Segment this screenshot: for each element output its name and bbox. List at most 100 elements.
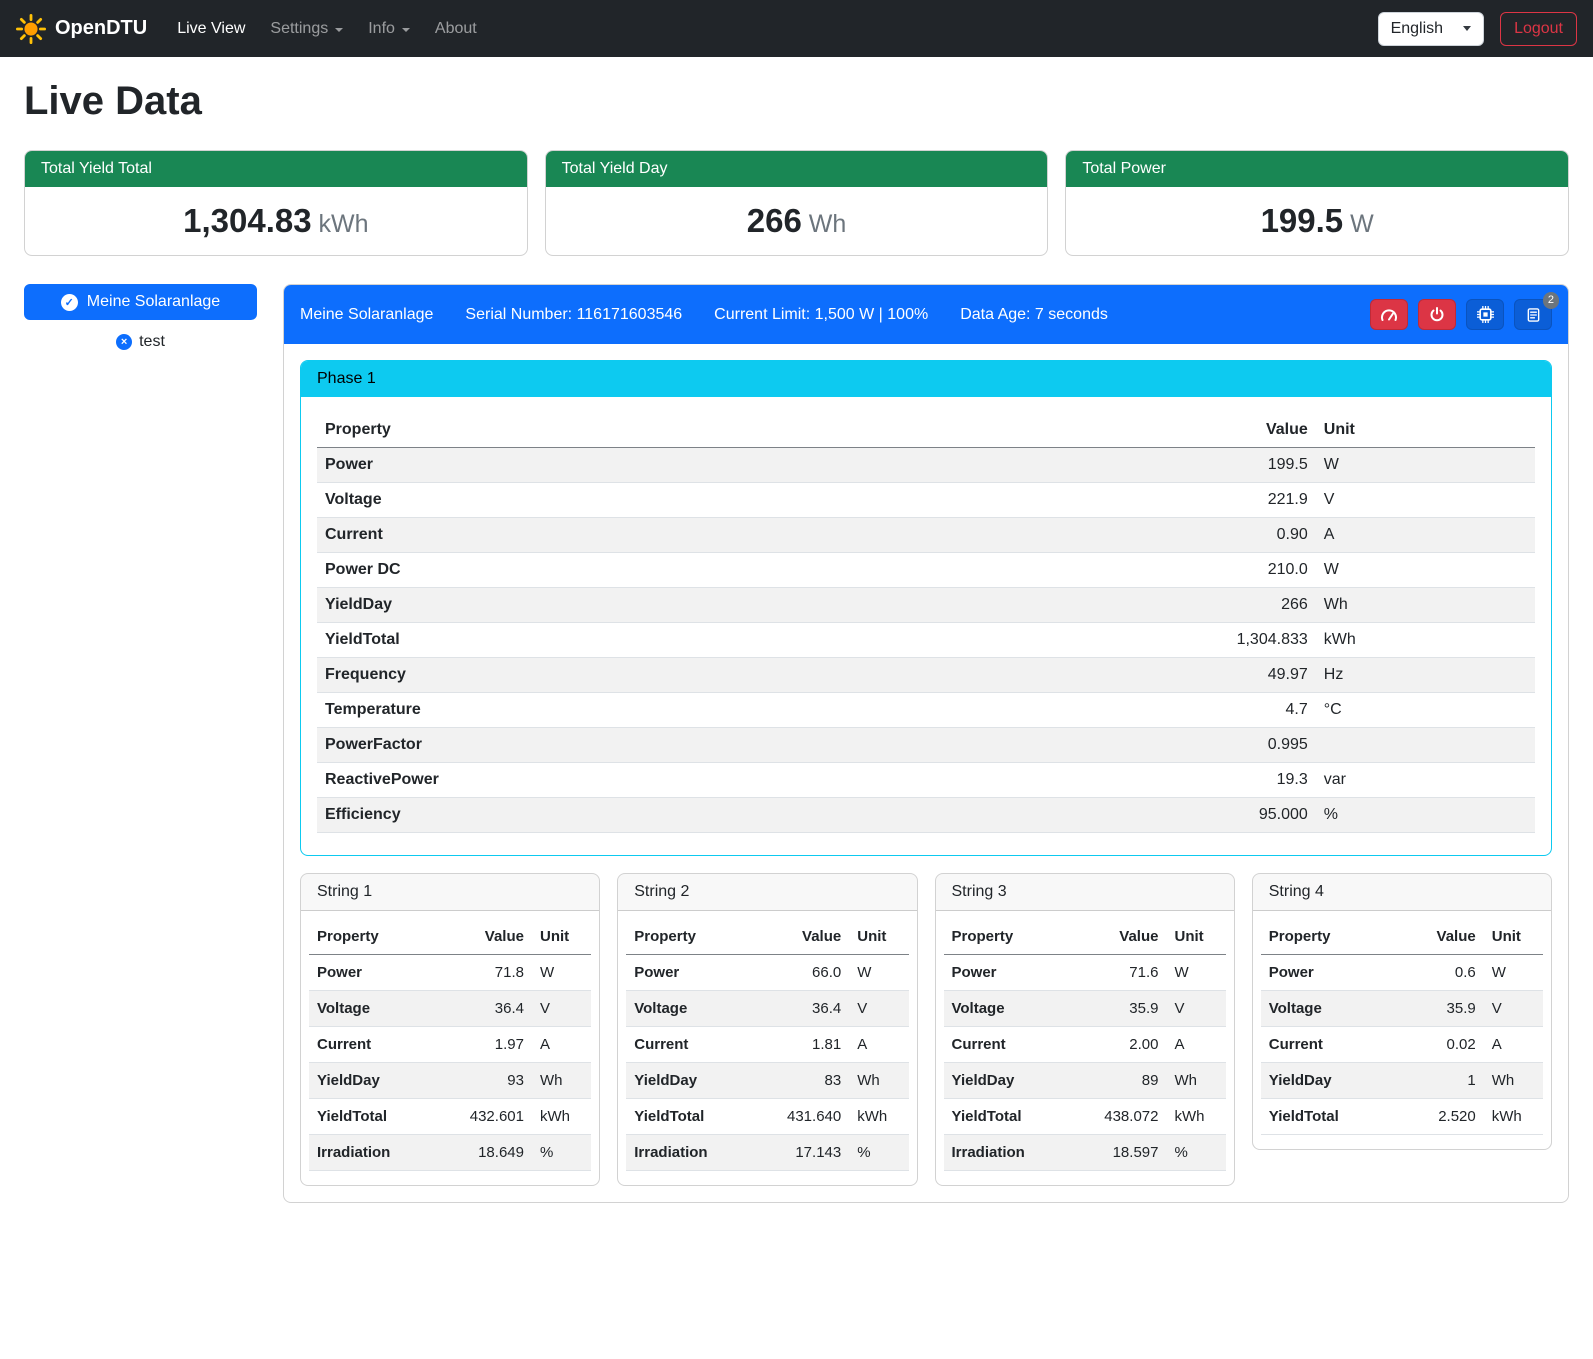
property-cell: YieldTotal xyxy=(1261,1099,1397,1135)
column-header-value: Value xyxy=(751,919,849,955)
unit-cell: kWh xyxy=(1484,1099,1543,1135)
summary-value: 266 xyxy=(747,202,802,239)
string-card: String 3 PropertyValueUnitPower71.6WVolta… xyxy=(935,873,1235,1186)
nav-item-about[interactable]: About xyxy=(427,12,485,46)
device-settings-button[interactable] xyxy=(1466,299,1504,330)
unit-cell: kWh xyxy=(1316,623,1535,658)
column-header-property: Property xyxy=(309,919,434,955)
string-table: PropertyValueUnitPower0.6WVoltage35.9VCu… xyxy=(1261,919,1543,1135)
property-cell: Power xyxy=(626,955,751,991)
journal-icon xyxy=(1526,307,1541,323)
limit-settings-button[interactable] xyxy=(1370,299,1408,330)
table-row: Power0.6W xyxy=(1261,955,1543,991)
value-cell: 199.5 xyxy=(915,448,1316,483)
value-cell: 36.4 xyxy=(434,991,532,1027)
brand-label: OpenDTU xyxy=(55,17,147,40)
nav-item-info[interactable]: Info xyxy=(360,12,418,46)
value-cell: 35.9 xyxy=(1397,991,1484,1027)
unit-cell: W xyxy=(849,955,908,991)
property-cell: YieldDay xyxy=(309,1063,434,1099)
inverter-panel-body: Phase 1 PropertyValueUnitPower199.5WVolt… xyxy=(284,344,1568,1202)
value-cell: 93 xyxy=(434,1063,532,1099)
power-button[interactable] xyxy=(1418,299,1456,330)
property-cell: YieldDay xyxy=(1261,1063,1397,1099)
table-row: Irradiation17.143% xyxy=(626,1135,908,1171)
page-title: Live Data xyxy=(24,79,1569,124)
unit-cell: V xyxy=(532,991,591,1027)
summary-card: Total Power199.5 W xyxy=(1065,150,1569,256)
unit-cell: kWh xyxy=(532,1099,591,1135)
column-header-property: Property xyxy=(317,413,915,448)
language-select[interactable]: English xyxy=(1378,12,1484,46)
chevron-down-icon xyxy=(335,28,343,32)
table-row: Voltage36.4V xyxy=(309,991,591,1027)
unit-cell: Wh xyxy=(1166,1063,1225,1099)
string-card: String 2PropertyValueUnitPower66.0WVolta… xyxy=(617,873,917,1186)
value-cell: 18.649 xyxy=(434,1135,532,1171)
unit-cell: kWh xyxy=(1166,1099,1225,1135)
table-row: YieldDay266Wh xyxy=(317,588,1535,623)
value-cell: 1.81 xyxy=(751,1027,849,1063)
property-cell: Irradiation xyxy=(626,1135,751,1171)
events-count-badge: 2 xyxy=(1543,292,1559,309)
property-cell: Current xyxy=(626,1027,751,1063)
property-cell: YieldDay xyxy=(626,1063,751,1099)
string-card-title: String 2 xyxy=(618,874,916,911)
unit-cell: A xyxy=(1316,518,1535,553)
unit-cell: Wh xyxy=(1484,1063,1543,1099)
unit-cell: % xyxy=(1316,798,1535,833)
phase-card: Phase 1 PropertyValueUnitPower199.5WVolt… xyxy=(300,360,1552,856)
column-header-unit: Unit xyxy=(1316,413,1535,448)
table-row: Voltage221.9V xyxy=(317,483,1535,518)
sidebar-item-test[interactable]: × test xyxy=(24,333,257,351)
chevron-down-icon xyxy=(402,28,410,32)
logout-button[interactable]: Logout xyxy=(1500,12,1577,46)
table-row: Power71.6W xyxy=(944,955,1226,991)
property-cell: Current xyxy=(944,1027,1069,1063)
unit-cell: V xyxy=(1166,991,1225,1027)
content-row: ✓ Meine Solaranlage × test Meine Solaran… xyxy=(24,284,1569,1203)
column-header-property: Property xyxy=(626,919,751,955)
property-cell: Voltage xyxy=(944,991,1069,1027)
unit-cell: W xyxy=(532,955,591,991)
table-row: Current2.00A xyxy=(944,1027,1226,1063)
unit-cell: % xyxy=(1166,1135,1225,1171)
value-cell: 4.7 xyxy=(915,693,1316,728)
table-row: Power66.0W xyxy=(626,955,908,991)
unit-cell: A xyxy=(1166,1027,1225,1063)
events-button[interactable]: 2 xyxy=(1514,299,1552,330)
value-cell: 36.4 xyxy=(751,991,849,1027)
property-cell: YieldDay xyxy=(317,588,915,623)
property-cell: YieldTotal xyxy=(317,623,915,658)
value-cell: 0.995 xyxy=(915,728,1316,763)
unit-cell: Wh xyxy=(532,1063,591,1099)
nav-item-live-view[interactable]: Live View xyxy=(169,12,253,46)
sidebar-item-meine-solaranlage[interactable]: ✓ Meine Solaranlage xyxy=(24,284,257,320)
string-card-title: String 3 xyxy=(936,874,1234,911)
summary-value: 1,304.83 xyxy=(183,202,311,239)
table-row: Current0.02A xyxy=(1261,1027,1543,1063)
table-header-row: PropertyValueUnit xyxy=(309,919,591,955)
table-row: Voltage35.9V xyxy=(1261,991,1543,1027)
unit-cell: V xyxy=(1316,483,1535,518)
property-cell: Power xyxy=(1261,955,1397,991)
table-header-row: PropertyValueUnit xyxy=(626,919,908,955)
unit-cell: W xyxy=(1166,955,1225,991)
property-cell: Voltage xyxy=(309,991,434,1027)
value-cell: 49.97 xyxy=(915,658,1316,693)
inverter-name: Meine Solaranlage xyxy=(300,306,433,324)
value-cell: 1.97 xyxy=(434,1027,532,1063)
property-cell: Power DC xyxy=(317,553,915,588)
sidebar-item-label: test xyxy=(139,333,165,351)
table-header-row: PropertyValueUnit xyxy=(944,919,1226,955)
brand[interactable]: OpenDTU xyxy=(16,14,147,44)
table-row: YieldTotal431.640kWh xyxy=(626,1099,908,1135)
inverter-limit: Current Limit: 1,500 W | 100% xyxy=(714,306,928,324)
nav-item-settings[interactable]: Settings xyxy=(262,12,351,46)
value-cell: 2.520 xyxy=(1397,1099,1484,1135)
property-cell: ReactivePower xyxy=(317,763,915,798)
phase-card-title: Phase 1 xyxy=(301,361,1551,397)
column-header-value: Value xyxy=(915,413,1316,448)
phase-table-container: PropertyValueUnitPower199.5WVoltage221.9… xyxy=(301,397,1551,855)
value-cell: 71.8 xyxy=(434,955,532,991)
